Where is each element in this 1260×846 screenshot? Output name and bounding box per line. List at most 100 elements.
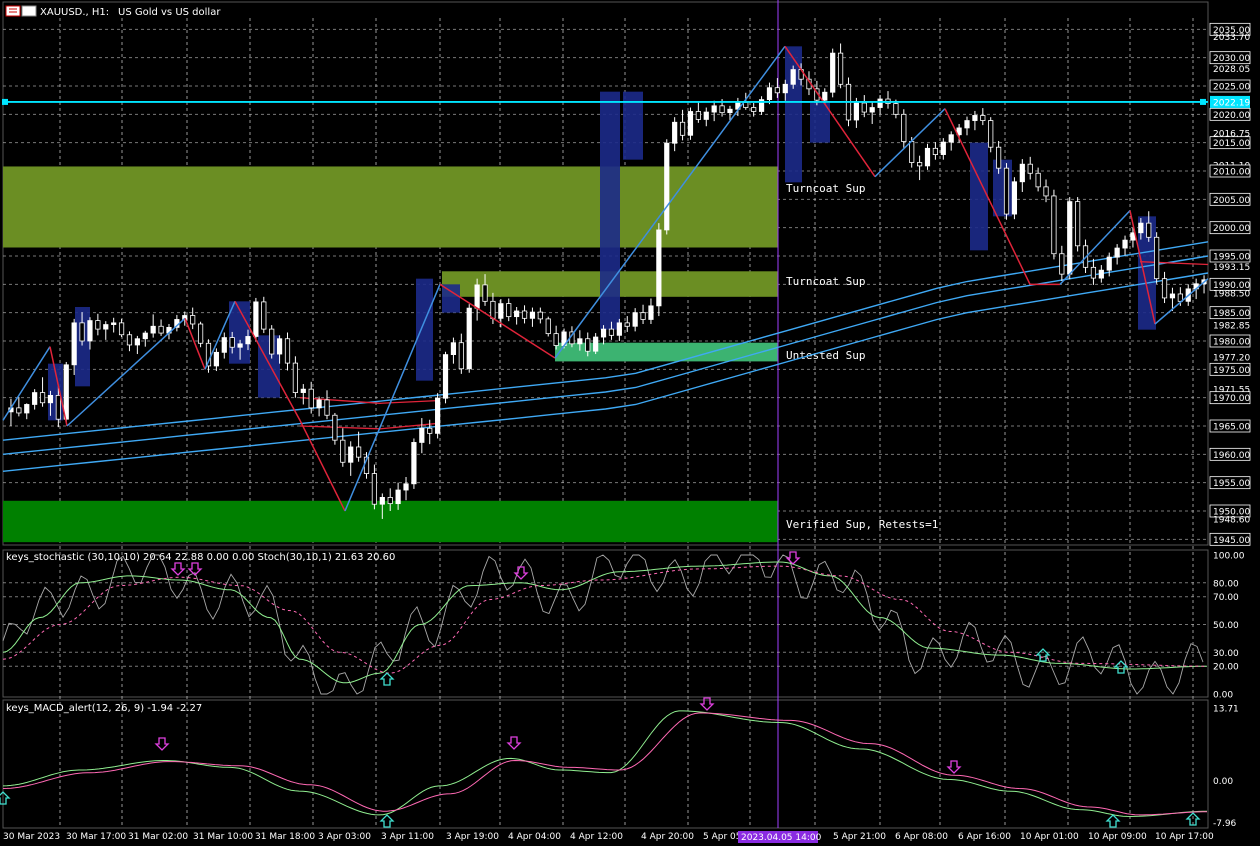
- candle[interactable]: [450, 342, 457, 356]
- candle[interactable]: [909, 141, 915, 163]
- candle[interactable]: [1114, 247, 1120, 258]
- candle[interactable]: [79, 322, 85, 342]
- candle[interactable]: [442, 354, 449, 399]
- candle[interactable]: [917, 162, 923, 167]
- candle[interactable]: [901, 113, 907, 142]
- candle[interactable]: [514, 310, 520, 318]
- candle[interactable]: [348, 446, 354, 463]
- candle[interactable]: [95, 320, 101, 330]
- candle[interactable]: [774, 87, 780, 94]
- candle[interactable]: [403, 483, 409, 491]
- candle[interactable]: [964, 120, 970, 129]
- candle[interactable]: [1051, 195, 1057, 255]
- candle[interactable]: [679, 121, 686, 136]
- candle[interactable]: [308, 388, 314, 409]
- candle[interactable]: [830, 52, 836, 93]
- candle[interactable]: [300, 388, 306, 393]
- candle[interactable]: [126, 334, 133, 346]
- hline-handle-left[interactable]: [2, 98, 8, 105]
- candle[interactable]: [600, 328, 607, 338]
- candle[interactable]: [648, 305, 654, 320]
- candle[interactable]: [1090, 266, 1097, 279]
- candle[interactable]: [1043, 186, 1049, 197]
- candle[interactable]: [32, 392, 38, 405]
- candle[interactable]: [371, 473, 378, 505]
- candle[interactable]: [861, 102, 867, 113]
- candle[interactable]: [261, 301, 267, 330]
- candle[interactable]: [292, 362, 298, 393]
- candle[interactable]: [474, 284, 480, 309]
- candle[interactable]: [996, 146, 1002, 169]
- candle[interactable]: [427, 427, 433, 434]
- candle[interactable]: [316, 399, 322, 409]
- candle[interactable]: [411, 442, 417, 485]
- candle[interactable]: [498, 303, 504, 319]
- candle[interactable]: [190, 315, 196, 325]
- candle[interactable]: [356, 446, 362, 458]
- candle[interactable]: [577, 338, 583, 345]
- candle[interactable]: [743, 102, 749, 108]
- candle[interactable]: [245, 336, 251, 345]
- candle[interactable]: [466, 307, 472, 370]
- candle[interactable]: [782, 83, 788, 94]
- candle[interactable]: [253, 301, 259, 337]
- candle[interactable]: [237, 343, 243, 348]
- candle[interactable]: [553, 333, 559, 346]
- candle[interactable]: [924, 147, 931, 167]
- candle[interactable]: [340, 439, 346, 463]
- candle[interactable]: [837, 52, 844, 85]
- candle[interactable]: [521, 310, 528, 319]
- candle[interactable]: [1027, 163, 1033, 174]
- candle[interactable]: [1138, 222, 1144, 234]
- candle[interactable]: [134, 338, 140, 346]
- candle[interactable]: [142, 332, 148, 340]
- candle[interactable]: [197, 323, 204, 344]
- candle[interactable]: [379, 496, 385, 505]
- candle[interactable]: [213, 351, 219, 367]
- candle[interactable]: [55, 394, 61, 420]
- candle[interactable]: [1169, 293, 1176, 299]
- candle[interactable]: [1161, 278, 1168, 299]
- chart-canvas[interactable]: Turncoat SupTurncoat SupUntested SupVeri…: [0, 0, 1260, 846]
- candle[interactable]: [1019, 163, 1025, 183]
- candle[interactable]: [1059, 253, 1065, 275]
- candle[interactable]: [1067, 201, 1073, 275]
- candle[interactable]: [269, 328, 275, 355]
- candle[interactable]: [111, 322, 117, 325]
- candle[interactable]: [1003, 167, 1010, 215]
- candle[interactable]: [869, 107, 875, 113]
- candle[interactable]: [695, 111, 701, 120]
- candle[interactable]: [71, 322, 77, 366]
- candle[interactable]: [703, 111, 709, 120]
- hline-handle-right[interactable]: [1200, 98, 1206, 105]
- candle[interactable]: [766, 87, 773, 100]
- candle[interactable]: [387, 496, 393, 505]
- candle[interactable]: [545, 318, 551, 335]
- candle[interactable]: [284, 338, 291, 364]
- candle[interactable]: [1154, 236, 1160, 280]
- candle[interactable]: [1011, 181, 1018, 215]
- candle[interactable]: [640, 312, 646, 320]
- candle[interactable]: [624, 322, 630, 327]
- candle[interactable]: [948, 134, 954, 143]
- candle[interactable]: [893, 103, 899, 115]
- candle[interactable]: [158, 325, 164, 334]
- candle[interactable]: [490, 300, 496, 319]
- candle[interactable]: [632, 312, 638, 327]
- candle[interactable]: [435, 397, 441, 434]
- candle[interactable]: [103, 324, 109, 330]
- candle[interactable]: [727, 108, 733, 114]
- candle[interactable]: [395, 489, 401, 505]
- candle[interactable]: [458, 342, 464, 370]
- candle[interactable]: [940, 141, 946, 155]
- candle[interactable]: [656, 229, 662, 307]
- candle[interactable]: [482, 284, 488, 302]
- candle[interactable]: [585, 338, 591, 352]
- candle[interactable]: [1098, 269, 1104, 279]
- candle[interactable]: [1075, 201, 1081, 247]
- candle[interactable]: [63, 364, 69, 420]
- candle[interactable]: [877, 98, 883, 108]
- candle[interactable]: [1035, 172, 1041, 188]
- candle[interactable]: [822, 91, 828, 101]
- candle[interactable]: [1106, 256, 1112, 271]
